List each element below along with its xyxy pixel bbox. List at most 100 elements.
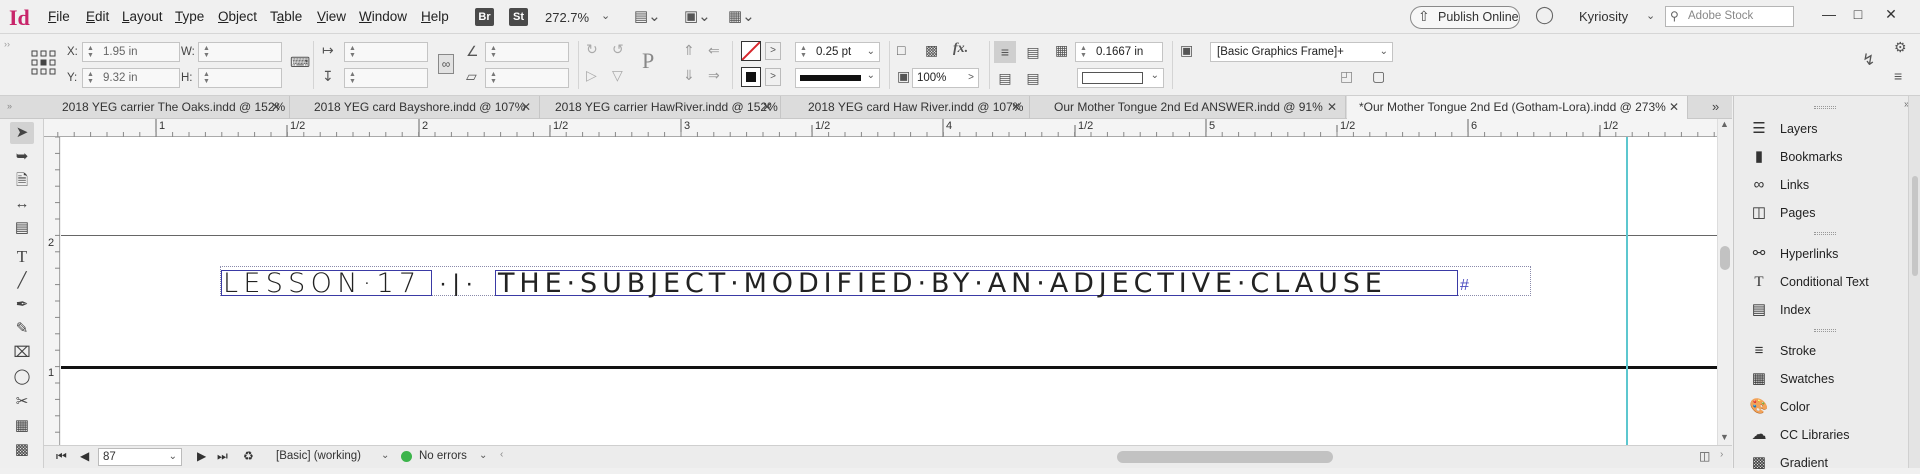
last-page-icon[interactable]: ⏭	[217, 449, 228, 464]
tab-mother-tongue-answer[interactable]: Our Mother Tongue 2nd Ed ANSWER.indd @ 9…	[1042, 96, 1346, 119]
lightbulb-icon[interactable]: ◯	[1535, 5, 1554, 25]
scale-x-field[interactable]: ▲ ▼	[344, 42, 428, 62]
maximize-button[interactable]: □	[1847, 6, 1869, 26]
scroll-up-icon[interactable]: ▲	[1720, 119, 1729, 129]
gap-tool-icon[interactable]: ↔	[10, 193, 34, 215]
effects-button[interactable]: fx.	[953, 41, 968, 57]
zoom-level[interactable]: 272.7%	[545, 10, 589, 25]
panel-menu-icon[interactable]: ≡	[1894, 68, 1902, 84]
collapse-toolbox-icon[interactable]: »	[7, 101, 12, 111]
flip-vertical-icon[interactable]: ▽	[612, 67, 623, 84]
chain-link-icon[interactable]: ∞	[438, 54, 454, 74]
select-previous-icon[interactable]: ⇐	[708, 42, 720, 59]
y-position-field[interactable]: ▲ ▼ 9.32 in	[82, 68, 180, 88]
panel-color[interactable]: 🎨 Color	[1746, 396, 1810, 418]
horizontal-ruler[interactable]: 1 1/2 2 1/2 3 1/2 4 1/2 5 1/2 6 1/2	[44, 119, 1717, 137]
gradient-tool-icon[interactable]: ▩	[10, 439, 34, 461]
ellipse-tool-icon[interactable]: ◯	[10, 366, 34, 388]
panel-conditional-text[interactable]: T Conditional Text	[1746, 271, 1868, 293]
fill-menu-button[interactable]: >	[765, 42, 781, 60]
align-bottom-icon[interactable]: ▤	[1022, 67, 1044, 89]
stroke-weight-field[interactable]: ▲ ▼ 0.25 pt ⌄	[795, 42, 880, 62]
path-icon[interactable]: P	[642, 48, 654, 74]
rectangle-frame-tool-icon[interactable]: ⌧	[10, 342, 34, 364]
master-page-status[interactable]: [Basic] (working)	[276, 450, 361, 462]
selection-tool-icon[interactable]: ➤	[10, 122, 34, 144]
panel-cc-libraries[interactable]: ☁ CC Libraries	[1746, 424, 1850, 446]
horizontal-scroll-thumb[interactable]	[1117, 451, 1333, 463]
vertical-scrollbar[interactable]: ▲ ▼	[1717, 119, 1732, 445]
publish-online-button[interactable]: ⇧ Publish Online	[1410, 6, 1520, 29]
pencil-tool-icon[interactable]: ✎	[10, 318, 34, 340]
auto-size-icon[interactable]: ▦	[1055, 42, 1068, 59]
panel-swatches[interactable]: ▦ Swatches	[1746, 368, 1834, 390]
fill-swatch[interactable]	[741, 41, 761, 61]
scroll-left-icon[interactable]: ‹	[500, 449, 503, 460]
close-tab-icon[interactable]: ✕	[1327, 96, 1337, 119]
tab-hawriver-carrier[interactable]: 2018 YEG carrier HawRiver.indd @ 152% ✕	[543, 96, 781, 119]
toggle-preview-icon[interactable]: ♻	[243, 449, 254, 463]
spinner-icon[interactable]: ▲ ▼	[203, 71, 213, 85]
menu-layout[interactable]: Layout	[122, 9, 163, 24]
minimize-button[interactable]: —	[1818, 6, 1840, 26]
panel-group-grip[interactable]	[1814, 106, 1836, 109]
flip-horizontal-icon[interactable]: ▷	[586, 67, 597, 84]
object-style-dropdown[interactable]: [Basic Graphics Frame]+ ⌄	[1210, 42, 1393, 62]
close-tab-icon[interactable]: ✕	[521, 96, 531, 119]
select-content-icon[interactable]: ⇓	[683, 67, 695, 84]
x-position-field[interactable]: ▲ ▼ 1.95 in	[82, 42, 180, 62]
column-stroke-dropdown[interactable]: ⌄	[1077, 68, 1164, 88]
scale-x-icon[interactable]: ↦	[322, 42, 334, 59]
panel-index[interactable]: ▤ Index	[1746, 299, 1811, 321]
panel-collapse-icon[interactable]: ››	[4, 39, 10, 49]
adobe-stock-search[interactable]: ⚲ Adobe Stock	[1665, 6, 1794, 27]
select-next-icon[interactable]: ⇒	[708, 67, 720, 84]
spinner-icon[interactable]: ▲ ▼	[490, 71, 500, 85]
preflight-status[interactable]: No errors	[419, 450, 467, 462]
fit-page-icon[interactable]: ▣⌄	[684, 7, 711, 25]
stroke-menu-button[interactable]: >	[765, 68, 781, 86]
spinner-icon[interactable]: ▲ ▼	[800, 45, 810, 59]
vertical-ruler[interactable]: 2 1	[44, 137, 60, 445]
scroll-down-icon[interactable]: ▼	[1720, 432, 1729, 442]
width-field[interactable]: ▲ ▼	[198, 42, 282, 62]
page-tool-icon[interactable]: 🗎	[10, 170, 34, 192]
column-guide[interactable]	[1626, 137, 1628, 445]
panel-pages[interactable]: ◫ Pages	[1746, 202, 1816, 224]
constrain-proportions-icon[interactable]: ⌨	[290, 54, 310, 71]
height-field[interactable]: ▲ ▼	[198, 68, 282, 88]
panel-scrollbar[interactable]	[1908, 96, 1920, 468]
lesson-number-text[interactable]: LESSON·17	[223, 270, 421, 297]
next-page-icon[interactable]: ▶	[197, 449, 206, 463]
split-layout-icon[interactable]: ◫	[1699, 449, 1710, 463]
quick-apply-icon[interactable]: ▢	[1372, 68, 1385, 85]
content-collector-icon[interactable]: ▤	[10, 217, 34, 239]
object-style-icon[interactable]: ▣	[1180, 42, 1193, 59]
menu-file[interactable]: File	[48, 9, 70, 24]
pen-tool-icon[interactable]: ✒	[10, 294, 34, 316]
previous-page-icon[interactable]: ◀	[80, 449, 89, 463]
stroke-type-dropdown[interactable]: ⌄	[795, 68, 880, 88]
select-container-icon[interactable]: ⇑	[683, 42, 695, 59]
scissors-tool-icon[interactable]: ✂	[10, 391, 34, 413]
menu-object[interactable]: Object	[218, 9, 257, 24]
text-wrap-none-icon[interactable]: ≡	[994, 41, 1016, 63]
reference-point-icon[interactable]	[30, 49, 58, 77]
panel-hyperlinks[interactable]: ⚯ Hyperlinks	[1746, 243, 1839, 265]
shear-angle-icon[interactable]: ▱	[466, 68, 477, 85]
document-canvas[interactable]: LESSON·17 ·|· THE·SUBJECT·MODIFIED·BY·AN…	[61, 137, 1717, 445]
chevron-down-icon[interactable]: ⌄	[867, 43, 875, 61]
frame-fitting-icon[interactable]: □	[897, 42, 905, 58]
tab-hawriver-card[interactable]: 2018 YEG card Haw River.indd @ 107% ✕	[796, 96, 1030, 119]
panel-gradient[interactable]: ▩ Gradient	[1746, 452, 1828, 474]
clear-overrides-icon[interactable]: ◰	[1340, 68, 1353, 85]
separator-text[interactable]: ·|·	[439, 271, 479, 297]
text-wrap-box-icon[interactable]: ▤	[1022, 41, 1044, 63]
spinner-icon[interactable]: ▲ ▼	[349, 71, 359, 85]
gap-field[interactable]: ▲ ▼ 0.1667 in	[1075, 42, 1163, 62]
chevron-right-icon[interactable]: >	[968, 69, 974, 87]
menu-window[interactable]: Window	[359, 9, 407, 24]
chevron-down-icon[interactable]: ⌄	[601, 9, 610, 22]
opacity-icon[interactable]: ▣	[897, 68, 910, 85]
tab-mother-tongue-active[interactable]: *Our Mother Tongue 2nd Ed (Gotham-Lora).…	[1347, 96, 1688, 119]
